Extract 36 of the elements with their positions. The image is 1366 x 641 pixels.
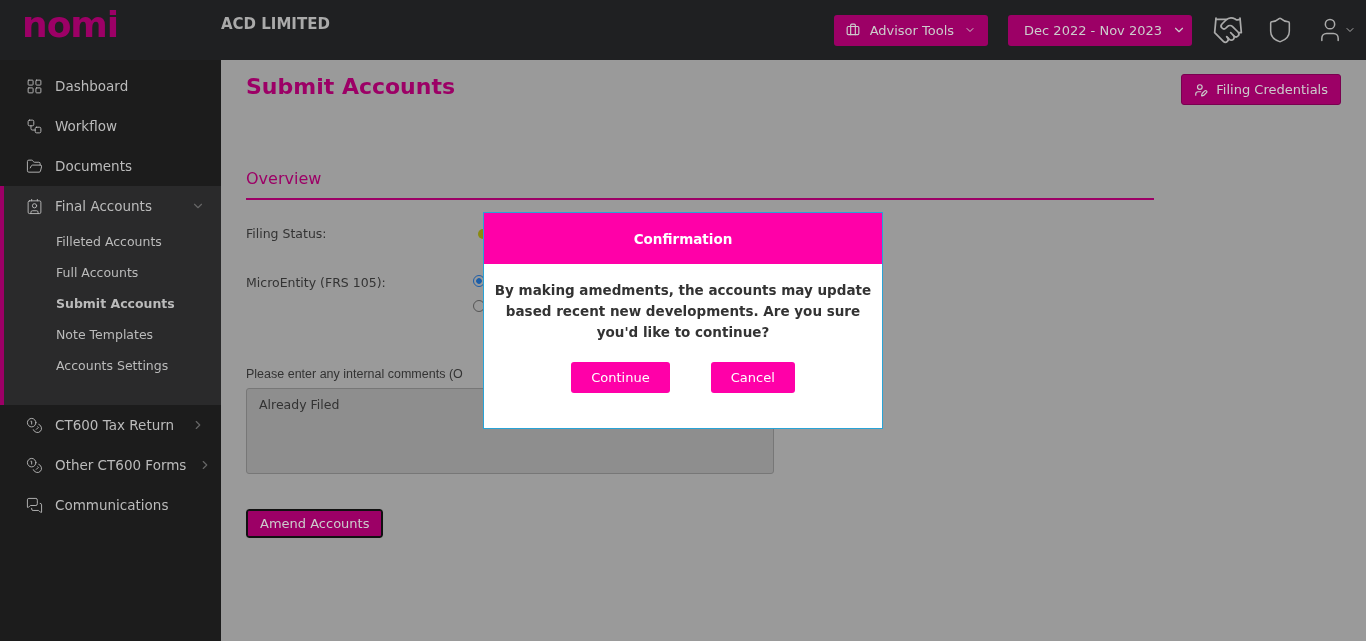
page-title: Submit Accounts xyxy=(246,74,456,99)
grid-icon xyxy=(26,77,43,95)
sidebar-item[interactable]: Final Accounts xyxy=(4,186,221,226)
sidebar-subitem[interactable]: Filleted Accounts xyxy=(4,226,221,257)
dialog-message: By making amedments, the accounts may update based recent new developments. Are you sure you'd like to continue? xyxy=(493,281,873,342)
amend-accounts-button[interactable]: Amend Accounts xyxy=(246,509,384,538)
workflow-icon xyxy=(26,117,43,135)
company-name: ACD LIMITED xyxy=(221,15,331,33)
section-heading: Overview xyxy=(246,169,1154,200)
money-bag-icon xyxy=(26,456,43,474)
sidebar-subitem[interactable]: Submit Accounts xyxy=(4,288,221,319)
briefcase-icon xyxy=(845,23,860,37)
sidebar-item[interactable]: Other CT600 Forms xyxy=(0,445,221,485)
sidebar-item[interactable]: Dashboard xyxy=(0,66,221,106)
sidebar-subitem[interactable]: Accounts Settings xyxy=(4,350,221,381)
sidebar-item[interactable]: Communications xyxy=(0,485,221,525)
cancel-button[interactable]: Cancel xyxy=(710,362,795,393)
sidebar-item[interactable]: Documents xyxy=(0,146,221,186)
sidebar-subitem[interactable]: Full Accounts xyxy=(4,257,221,288)
user-edit-icon xyxy=(1194,82,1209,97)
money-bag-icon xyxy=(26,416,43,434)
sidebar-item[interactable]: Workflow xyxy=(0,106,221,146)
sidebar-item[interactable]: CT600 Tax Return xyxy=(0,405,221,445)
advisor-tools-button[interactable]: Advisor Tools xyxy=(833,14,989,46)
handshake-icon[interactable] xyxy=(1212,14,1244,46)
sidebar-subitem[interactable]: Note Templates xyxy=(4,319,221,350)
chat-icon xyxy=(26,496,43,514)
filing-credentials-button[interactable]: Filing Credentials xyxy=(1181,74,1341,105)
dialog-title: Confirmation xyxy=(484,213,882,264)
field-label: Filing Status: xyxy=(246,226,328,241)
field-label: Please enter any internal comments (O xyxy=(246,367,463,381)
period-dropdown[interactable]: Dec 2022 - Nov 2023 xyxy=(1008,14,1192,46)
folder-icon xyxy=(26,157,43,175)
continue-button[interactable]: Continue xyxy=(571,362,670,393)
id-badge-icon xyxy=(26,197,43,215)
field-label: MicroEntity (FRS 105): xyxy=(246,275,387,290)
